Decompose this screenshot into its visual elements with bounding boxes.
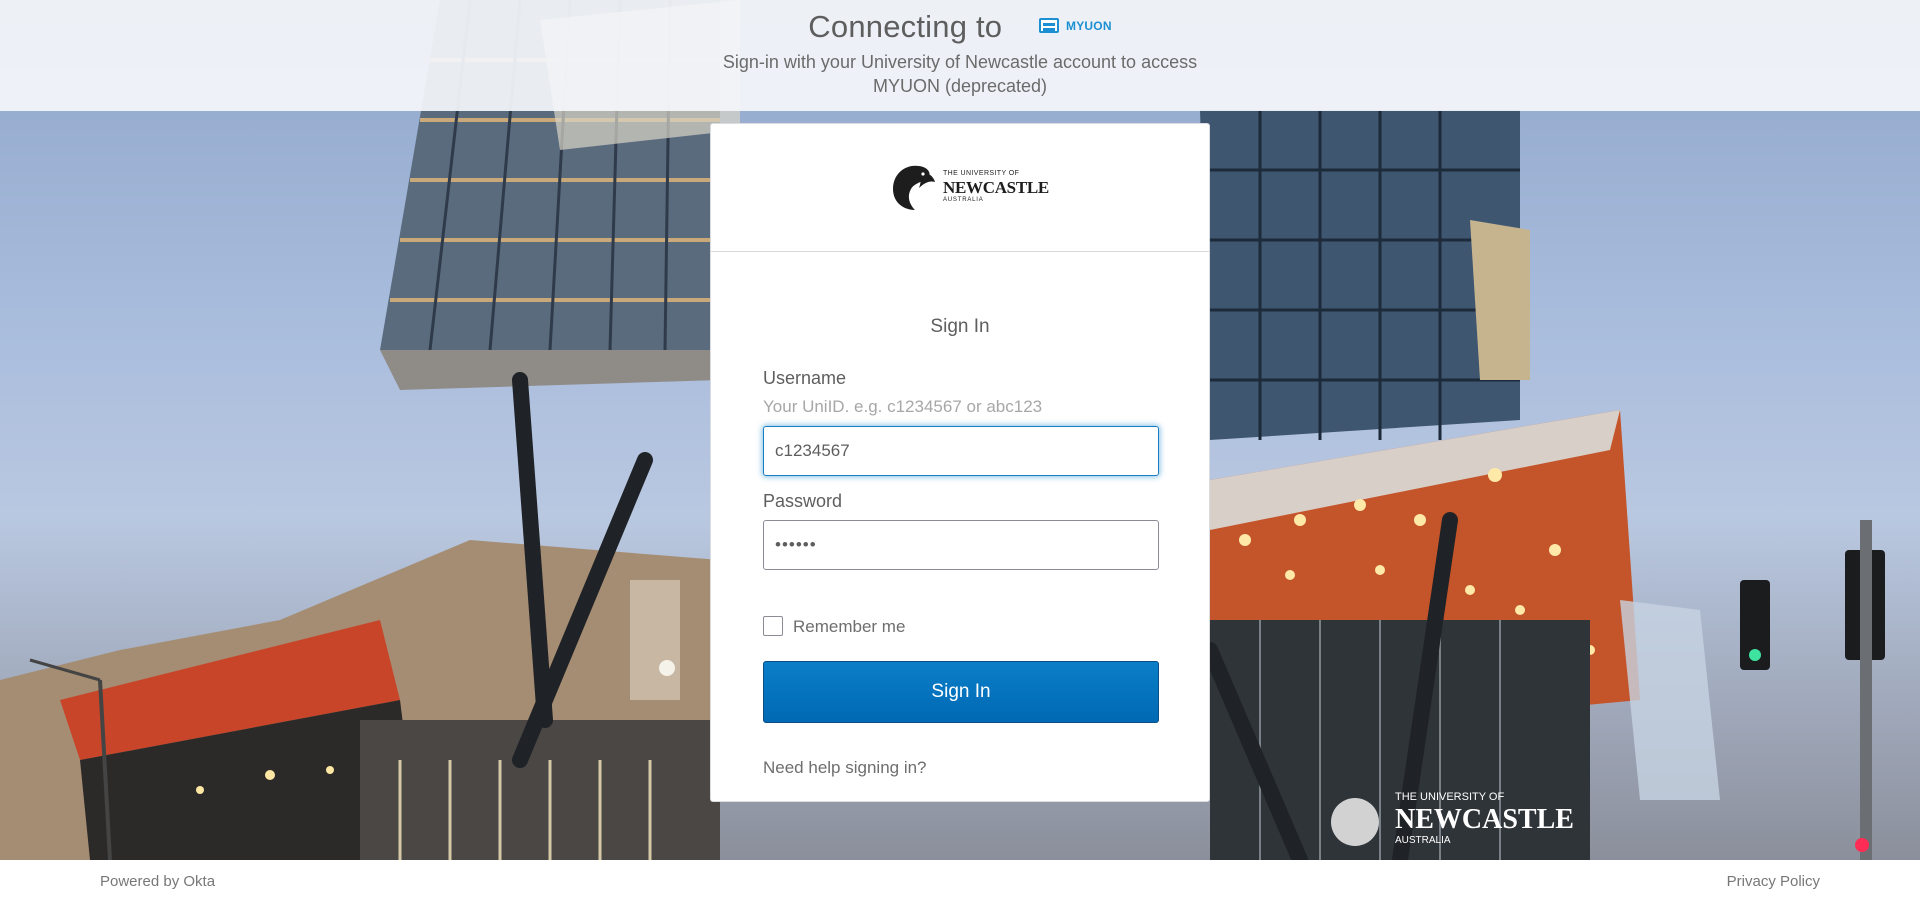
username-label: Username (763, 368, 847, 388)
connecting-to-text: Connecting to (808, 9, 1003, 44)
connecting-title: Connecting to MYUON (0, 9, 1920, 45)
sign-in-title: Sign In (930, 316, 990, 337)
card-icon (1039, 18, 1060, 33)
app-logo: MYUON (1039, 18, 1112, 33)
sign-in-button-label: Sign In (931, 681, 991, 702)
building-sign-sub: AUSTRALIA (1395, 835, 1451, 846)
password-label: Password (763, 491, 843, 511)
logo-line-2: NEWCASTLE (943, 178, 1049, 197)
building-sign-name: NEWCASTLE (1395, 804, 1574, 835)
logo-line-3: AUSTRALIA (943, 197, 984, 203)
university-logo: THE UNIVERSITY OF NEWCASTLE AUSTRALIA (889, 162, 1049, 212)
password-input[interactable]: •••••• (763, 520, 1159, 570)
card-header: THE UNIVERSITY OF NEWCASTLE AUSTRALIA (711, 124, 1209, 252)
username-input[interactable]: c1234567 (763, 426, 1159, 476)
seahorse-logo-icon (893, 165, 935, 210)
privacy-policy-link[interactable]: Privacy Policy (1727, 873, 1820, 890)
username-value: c1234567 (775, 441, 850, 460)
sign-in-card: THE UNIVERSITY OF NEWCASTLE AUSTRALIA Si… (710, 123, 1210, 802)
logo-line-1: THE UNIVERSITY OF (943, 170, 1020, 177)
remember-me-checkbox[interactable] (763, 616, 783, 636)
footer: Powered by Okta Privacy Policy (0, 860, 1920, 899)
connecting-subtitle: Sign-in with your University of Newcastl… (722, 52, 1198, 96)
password-value: •••••• (775, 535, 817, 554)
sign-in-button[interactable]: Sign In (763, 661, 1159, 723)
powered-by-okta: Powered by Okta (100, 873, 216, 890)
app-logo-text: MYUON (1066, 18, 1112, 33)
connecting-header: Connecting to MYUON Sign-in with your Un… (0, 0, 1920, 111)
building-sign-text: THE UNIVERSITY OF (1395, 791, 1504, 803)
help-link[interactable]: Need help signing in? (763, 758, 927, 778)
username-hint: Your UniID. e.g. c1234567 or abc123 (763, 397, 1043, 416)
remember-me-label[interactable]: Remember me (793, 617, 905, 637)
